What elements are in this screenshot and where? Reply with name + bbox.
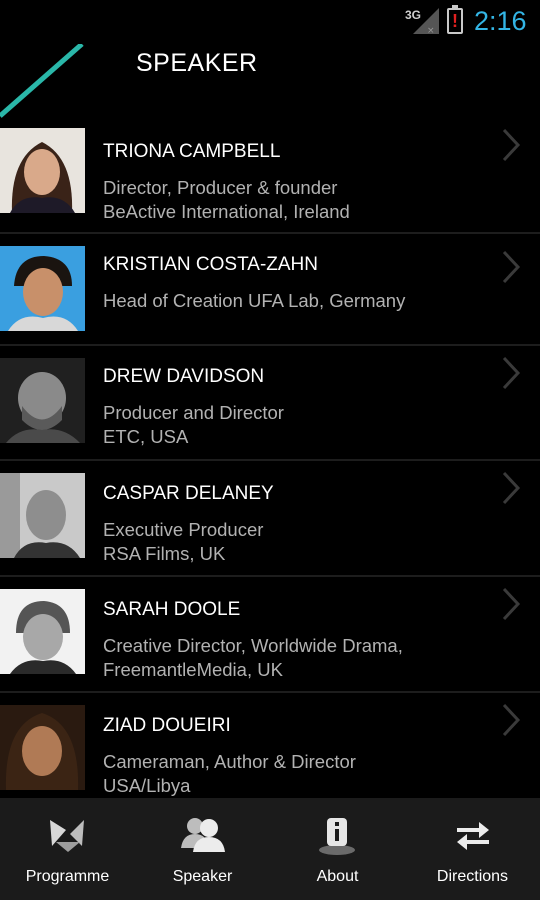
nav-label: Speaker (172, 868, 233, 885)
list-item[interactable]: CASPAR DELANEY Executive Producer RSA Fi… (0, 461, 540, 577)
nav-speaker[interactable]: Speaker (135, 798, 270, 900)
chevron-right-icon (502, 471, 521, 505)
nav-label: About (316, 868, 359, 885)
speaker-role: Head of Creation UFA Lab, Germany (103, 290, 406, 311)
list-item[interactable]: TRIONA CAMPBELL Director, Producer & fou… (0, 126, 540, 234)
list-item[interactable]: KRISTIAN COSTA-ZAHN Head of Creation UFA… (0, 234, 540, 346)
status-bar: 3G × ! 2:16 (0, 0, 540, 44)
nav-directions[interactable]: Directions (405, 798, 540, 900)
signal-icon: × (413, 8, 439, 34)
speaker-role: Creative Director, Worldwide Drama, Free… (103, 635, 403, 680)
battery-icon: ! (447, 5, 463, 34)
speaker-name: TRIONA CAMPBELL (103, 141, 281, 162)
chevron-right-icon (502, 250, 521, 284)
chevron-right-icon (502, 703, 521, 737)
avatar (0, 358, 85, 443)
clock: 2:16 (474, 6, 527, 36)
list-item[interactable]: SARAH DOOLE Creative Director, Worldwide… (0, 577, 540, 693)
nav-label: Directions (436, 868, 509, 885)
speaker-list[interactable]: TRIONA CAMPBELL Director, Producer & fou… (0, 126, 540, 798)
page-title: SPEAKER (136, 49, 258, 77)
nav-about[interactable]: About (270, 798, 405, 900)
avatar (0, 473, 85, 558)
speaker-name: SARAH DOOLE (103, 599, 241, 620)
people-icon (181, 818, 225, 852)
speaker-name: KRISTIAN COSTA-ZAHN (103, 254, 318, 275)
speaker-role: Cameraman, Author & Director USA/Libya (103, 751, 356, 796)
speaker-role: Executive Producer RSA Films, UK (103, 519, 264, 564)
programme-icon (50, 820, 84, 852)
speaker-name: CASPAR DELANEY (103, 483, 274, 504)
speaker-name: ZIAD DOUEIRI (103, 715, 231, 736)
speaker-name: DREW DAVIDSON (103, 366, 265, 387)
info-icon (319, 818, 355, 855)
list-item[interactable]: DREW DAVIDSON Producer and Director ETC,… (0, 346, 540, 461)
avatar (0, 589, 85, 674)
list-item[interactable]: ZIAD DOUEIRI Cameraman, Author & Directo… (0, 693, 540, 798)
logo-stripe-icon (0, 44, 84, 118)
chevron-right-icon (502, 356, 521, 390)
avatar (0, 128, 85, 213)
speaker-role: Director, Producer & founder BeActive In… (103, 177, 350, 222)
nav-programme[interactable]: Programme (0, 798, 135, 900)
nav-label: Programme (25, 868, 110, 885)
header: SPEAKER (0, 44, 540, 126)
arrows-exchange-icon (457, 822, 489, 850)
svg-text:×: × (427, 26, 435, 34)
speaker-role: Producer and Director ETC, USA (103, 402, 284, 447)
chevron-right-icon (502, 587, 521, 621)
chevron-right-icon (502, 128, 521, 162)
avatar (0, 705, 85, 790)
avatar (0, 246, 85, 331)
bottom-nav: Programme Speaker About Directions (0, 798, 540, 900)
